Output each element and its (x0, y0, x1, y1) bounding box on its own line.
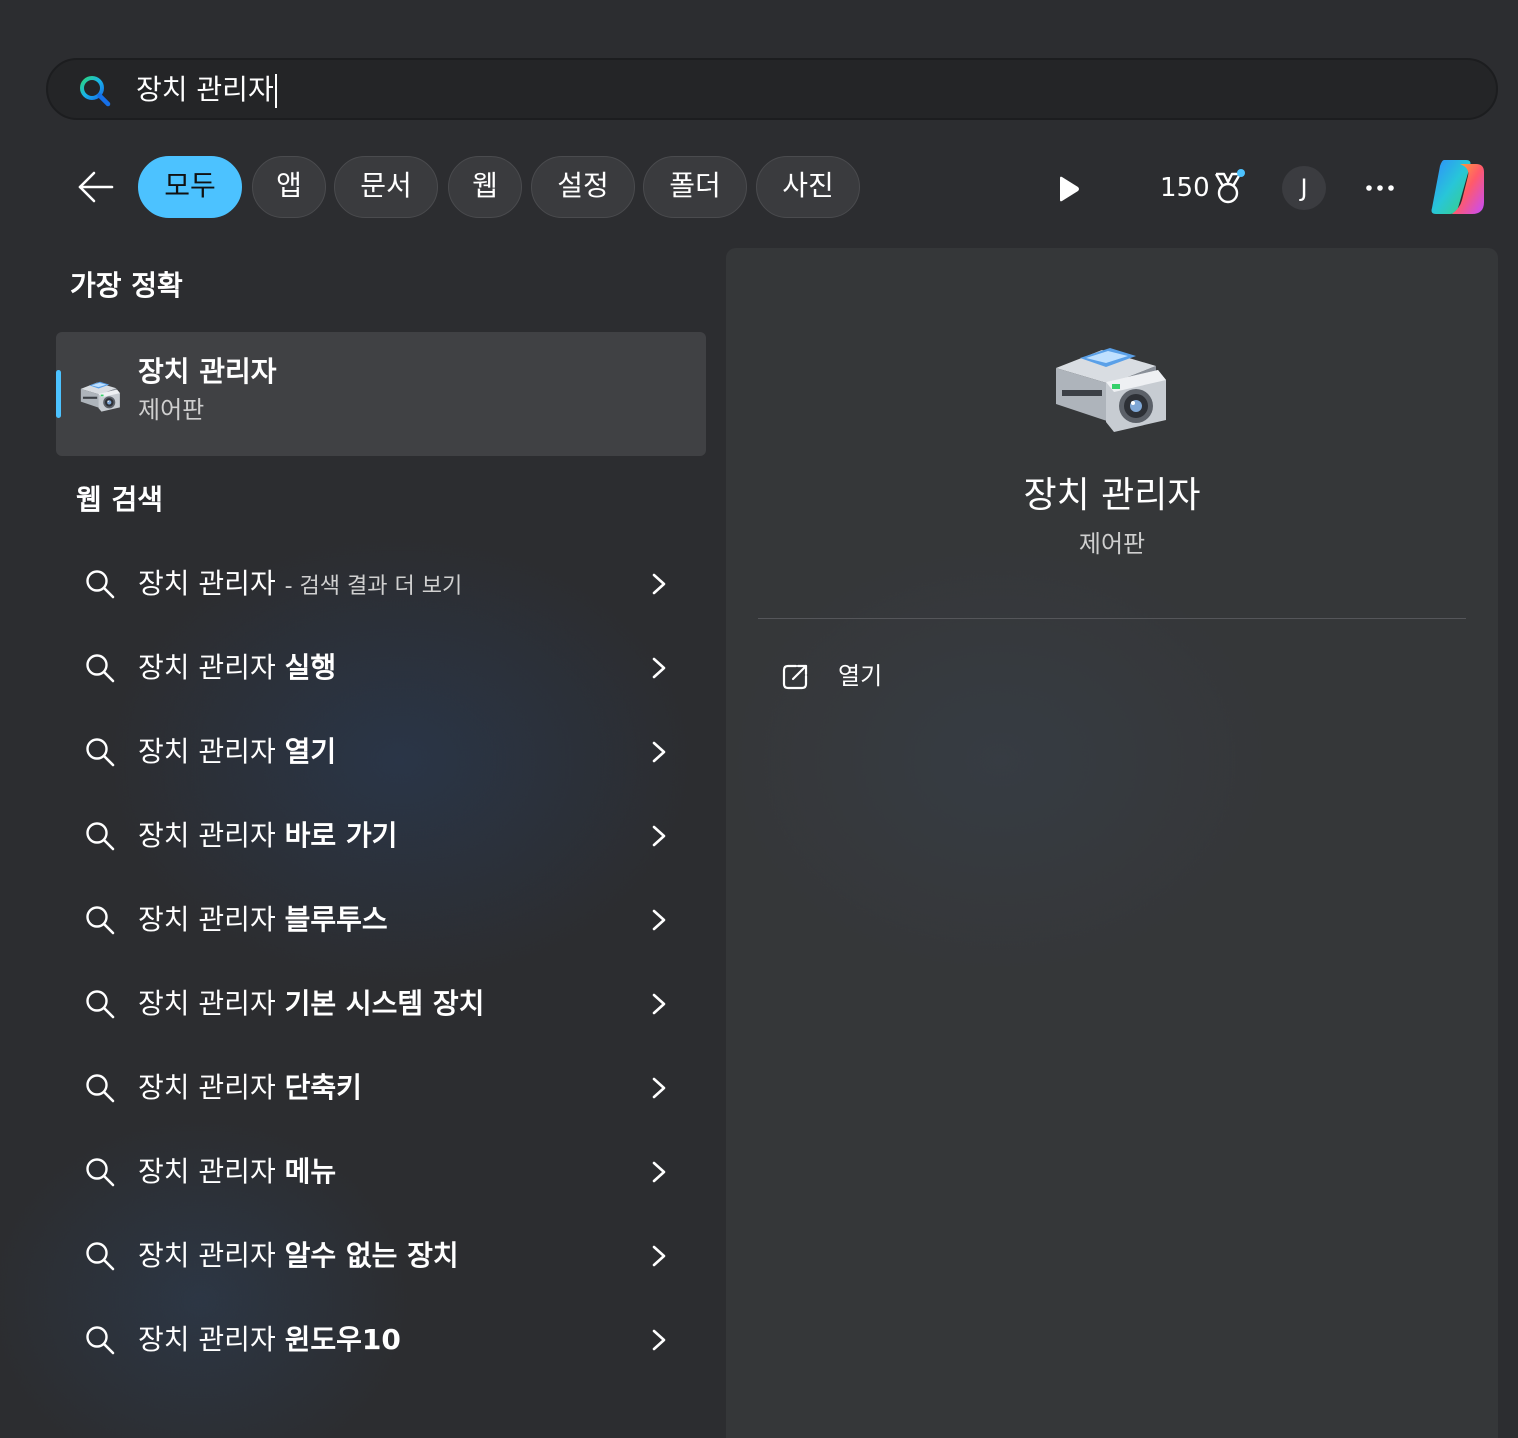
user-avatar[interactable]: J (1282, 166, 1326, 210)
filter-tab-settings[interactable]: 설정 (531, 156, 635, 218)
more-options-icon[interactable] (1362, 176, 1398, 200)
search-input[interactable]: 장치 관리자 (136, 72, 277, 108)
play-icon[interactable] (1054, 174, 1082, 204)
web-result-item[interactable]: 장치 관리자 열기 (56, 712, 706, 792)
web-result-suffix: 윈도우10 (284, 1323, 401, 1356)
chevron-right-icon (648, 738, 670, 766)
web-result-item[interactable]: 장치 관리자 메뉴 (56, 1132, 706, 1212)
chevron-right-icon (648, 1242, 670, 1270)
open-action-label: 열기 (838, 662, 883, 690)
filter-tab-photos[interactable]: 사진 (756, 156, 860, 218)
filter-tab-documents[interactable]: 문서 (334, 156, 438, 218)
search-icon (84, 652, 116, 684)
web-result-query: 장치 관리자 (138, 1323, 276, 1356)
web-result-suffix: 기본 시스템 장치 (284, 987, 485, 1020)
web-result-item[interactable]: 장치 관리자 단축키 (56, 1048, 706, 1128)
chevron-right-icon (648, 654, 670, 682)
web-result-item[interactable]: 장치 관리자 알수 없는 장치 (56, 1216, 706, 1296)
filter-tab-all[interactable]: 모두 (138, 156, 242, 218)
detail-title: 장치 관리자 (1023, 475, 1201, 516)
best-match-title: 장치 관리자 (138, 355, 277, 388)
filter-tab-apps[interactable]: 앱 (252, 156, 326, 218)
chevron-right-icon (648, 1326, 670, 1354)
rewards-points[interactable]: 150 (1160, 170, 1210, 206)
detail-pane: 장치 관리자 제어판 열기 (726, 248, 1498, 1438)
web-result-query: 장치 관리자 (138, 1239, 276, 1272)
search-box[interactable]: 장치 관리자 (46, 58, 1498, 120)
search-icon (84, 568, 116, 600)
best-match-heading: 가장 정확 (70, 269, 183, 302)
device-manager-icon (78, 376, 122, 416)
copilot-icon[interactable] (1426, 156, 1490, 218)
web-result-suffix: 알수 없는 장치 (284, 1239, 459, 1272)
rewards-medal-icon[interactable] (1210, 168, 1246, 206)
text-caret (274, 74, 277, 108)
web-result-item[interactable]: 장치 관리자 윈도우10 (56, 1300, 706, 1380)
selection-indicator (56, 370, 61, 418)
detail-divider (758, 618, 1466, 619)
web-result-query: 장치 관리자 (138, 651, 276, 684)
web-result-suffix: 바로 가기 (284, 819, 398, 852)
web-result-item[interactable]: 장치 관리자 기본 시스템 장치 (56, 964, 706, 1044)
web-result-suffix: 메뉴 (284, 1155, 337, 1188)
best-match-item[interactable]: 장치 관리자 제어판 (56, 332, 706, 456)
web-result-query: 장치 관리자 (138, 1155, 276, 1188)
chevron-right-icon (648, 1158, 670, 1186)
best-match-subtitle: 제어판 (138, 396, 205, 424)
web-result-item[interactable]: 장치 관리자 블루투스 (56, 880, 706, 960)
search-icon (84, 820, 116, 852)
web-result-suffix: 단축키 (284, 1071, 362, 1104)
chevron-right-icon (648, 990, 670, 1018)
open-external-icon (782, 664, 808, 690)
search-icon (84, 1156, 116, 1188)
web-result-suffix: - 검색 결과 더 보기 (284, 574, 463, 599)
web-result-item[interactable]: 장치 관리자 - 검색 결과 더 보기 (56, 544, 706, 624)
web-result-query: 장치 관리자 (138, 987, 276, 1020)
filter-tab-folders[interactable]: 폴더 (643, 156, 747, 218)
search-icon (84, 736, 116, 768)
detail-subtitle: 제어판 (1078, 530, 1146, 558)
chevron-right-icon (648, 1074, 670, 1102)
web-result-suffix: 블루투스 (284, 903, 388, 936)
chevron-right-icon (648, 570, 670, 598)
web-search-heading: 웹 검색 (76, 483, 164, 516)
chevron-right-icon (648, 906, 670, 934)
search-icon (84, 988, 116, 1020)
web-result-query: 장치 관리자 (138, 819, 276, 852)
web-result-item[interactable]: 장치 관리자 실행 (56, 628, 706, 708)
web-result-query: 장치 관리자 (138, 567, 276, 600)
search-icon (84, 1324, 116, 1356)
back-arrow-icon[interactable] (72, 164, 120, 210)
web-result-suffix: 실행 (284, 651, 337, 684)
search-icon (84, 1240, 116, 1272)
web-result-query: 장치 관리자 (138, 735, 276, 768)
web-result-query: 장치 관리자 (138, 1071, 276, 1104)
search-icon (80, 76, 111, 107)
chevron-right-icon (648, 822, 670, 850)
web-result-suffix: 열기 (284, 735, 337, 768)
search-icon (84, 1072, 116, 1104)
filter-tab-web[interactable]: 웹 (448, 156, 522, 218)
web-result-item[interactable]: 장치 관리자 바로 가기 (56, 796, 706, 876)
device-manager-icon (1048, 340, 1172, 436)
web-result-query: 장치 관리자 (138, 903, 276, 936)
open-action[interactable]: 열기 (766, 652, 1066, 702)
search-icon (84, 904, 116, 936)
